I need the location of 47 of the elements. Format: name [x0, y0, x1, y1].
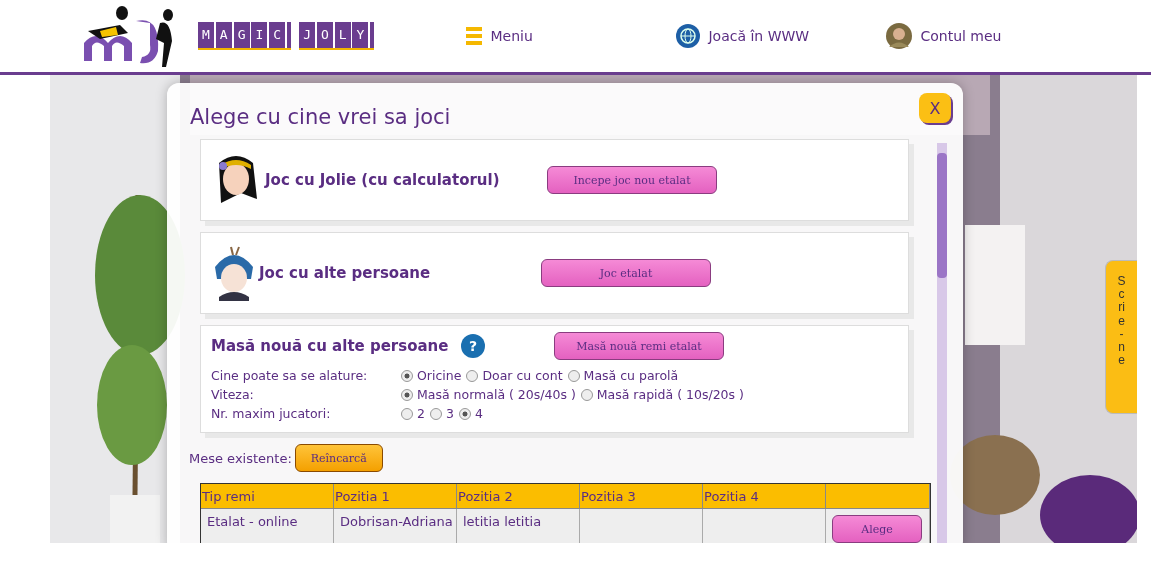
contact-tab[interactable]: Scrie-ne: [1105, 260, 1137, 414]
radio-option[interactable]: Oricine: [401, 368, 462, 383]
close-button[interactable]: X: [919, 93, 951, 123]
radio-button[interactable]: [401, 388, 413, 401]
radio-option[interactable]: Doar cu cont: [466, 368, 563, 383]
column-header: Pozitia 2: [457, 484, 580, 509]
new-table-title: Masă nouă cu alte persoane: [211, 337, 450, 355]
setting-label: Cine poate sa se alature:: [211, 368, 369, 383]
column-header: Pozitia 4: [703, 484, 826, 509]
radio-option[interactable]: 4: [458, 406, 483, 421]
avatar-icon: [886, 23, 913, 49]
scrollbar[interactable]: [937, 143, 947, 543]
radio-button[interactable]: [401, 369, 413, 382]
setting-label: Viteza:: [211, 387, 255, 402]
start-game-button[interactable]: Joc etalat: [541, 259, 711, 287]
setting-label: Nr. maxim jucatori:: [211, 406, 332, 421]
radio-button[interactable]: [567, 369, 580, 382]
table-cell: Etalat - online: [201, 509, 334, 543]
radio-button[interactable]: [429, 407, 442, 420]
start-game-button[interactable]: Incepe joc nou etalat: [547, 166, 717, 194]
column-header: Pozitia 3: [580, 484, 703, 509]
table-cell: Dobrisan-Adriana: [334, 509, 457, 543]
help-icon[interactable]: ?: [461, 334, 485, 358]
radio-button[interactable]: [580, 388, 593, 401]
option-title: Joc cu alte persoane: [259, 264, 432, 282]
radio-button[interactable]: [466, 369, 479, 382]
radio-option[interactable]: 2: [401, 406, 425, 421]
column-header: Tip remi: [201, 484, 334, 509]
nav-link[interactable]: Contul meu: [886, 23, 1097, 49]
nav-link[interactable]: Joacă în WWW: [676, 24, 887, 48]
column-header: Pozitia 1: [334, 484, 457, 509]
radio-option[interactable]: Masă normală ( 20s/40s ): [401, 387, 576, 402]
globe-icon: [676, 24, 701, 48]
menu-icon[interactable]: [466, 27, 483, 45]
radio-button[interactable]: [458, 407, 471, 420]
existing-tables-label: Mese existente:: [189, 450, 292, 466]
radio-option[interactable]: Masă cu parolă: [567, 368, 679, 383]
choose-button[interactable]: Alege: [832, 515, 922, 543]
radio-button[interactable]: [401, 407, 413, 420]
radio-option[interactable]: Masă rapidă ( 10s/20s ): [580, 387, 744, 402]
table-cell: letitia letitia: [457, 509, 580, 543]
reload-button[interactable]: Reîncarcă: [294, 444, 383, 472]
radio-option[interactable]: 3: [429, 406, 454, 421]
dialog-title: Alege cu cine vrei sa joci: [190, 105, 452, 129]
new-table-button[interactable]: Masă nouă remi etalat: [554, 332, 724, 360]
option-title: Joc cu Jolie (cu calculatorul): [265, 171, 501, 189]
nav-link[interactable]: Meniu: [466, 27, 677, 45]
